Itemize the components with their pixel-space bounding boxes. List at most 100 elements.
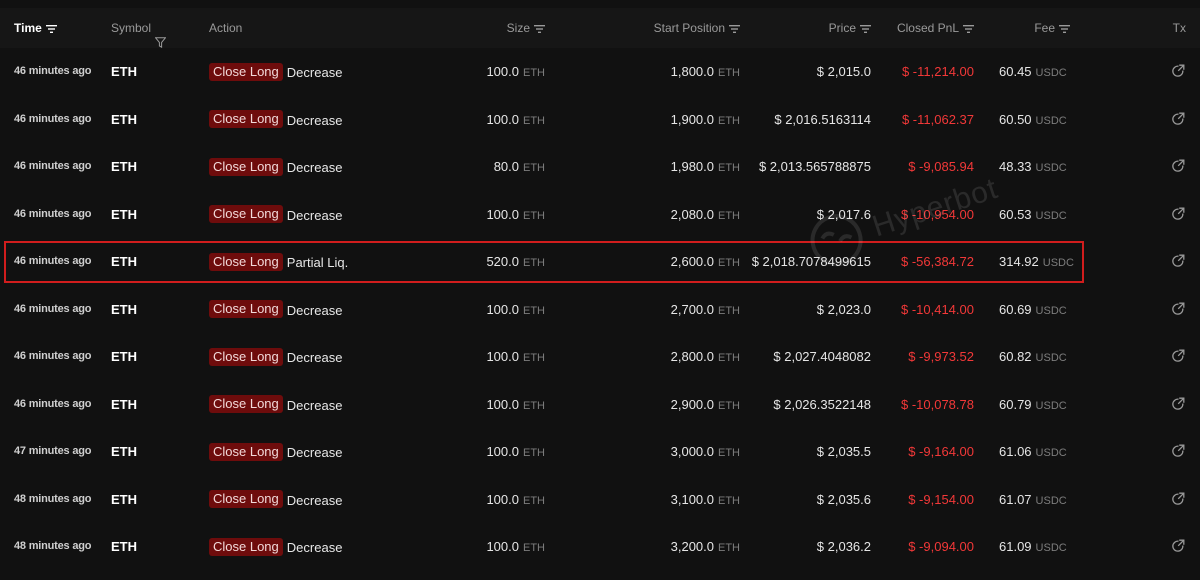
fee-unit: USDC xyxy=(1035,162,1067,174)
side-badge: Close Long xyxy=(209,347,283,366)
size-cell: 80.0 ETH xyxy=(420,143,545,190)
time-cell: 46 minutes ago xyxy=(14,397,92,410)
fee-unit: USDC xyxy=(1035,447,1067,459)
fee-value: 60.69 xyxy=(999,301,1032,317)
column-header-time[interactable]: Time xyxy=(14,8,57,48)
symbol-cell[interactable]: ETH xyxy=(111,333,137,380)
external-link-icon[interactable] xyxy=(1171,397,1185,411)
size-cell: 100.0 ETH xyxy=(420,96,545,143)
external-link-icon[interactable] xyxy=(1171,492,1185,506)
table-row[interactable]: 46 minutes ago ETH Close Long Decrease 100.0… xyxy=(0,333,1200,380)
size-unit: ETH xyxy=(523,494,545,507)
symbol-cell[interactable]: ETH xyxy=(111,191,137,238)
trade-history-table: Time Symbol Action Size Start Position P… xyxy=(0,0,1200,580)
table-row[interactable]: 46 minutes ago ETH Close Long Partial Liq. 5… xyxy=(0,238,1200,285)
sort-icon[interactable] xyxy=(729,25,740,33)
column-header-label: Start Position xyxy=(653,21,725,35)
closed-pnl-cell: $ -10,954.00 xyxy=(900,206,974,222)
external-link-icon[interactable] xyxy=(1171,349,1185,363)
symbol-cell[interactable]: ETH xyxy=(111,96,137,143)
sort-icon[interactable] xyxy=(534,25,545,33)
time-cell: 46 minutes ago xyxy=(14,255,92,267)
closed-pnl-cell: $ -9,085.94 xyxy=(908,159,974,174)
action-cell: Close Long Decrease xyxy=(209,143,342,190)
symbol-cell[interactable]: ETH xyxy=(111,476,137,523)
time-cell: 48 minutes ago xyxy=(14,492,92,505)
external-link-icon[interactable] xyxy=(1171,207,1185,221)
size-unit: ETH xyxy=(523,352,545,364)
fee-unit: USDC xyxy=(1035,209,1067,222)
action-cell: Close Long Decrease xyxy=(209,523,342,570)
fee-value: 61.09 xyxy=(999,539,1032,554)
price-cell: $ 2,015.0 xyxy=(816,64,871,79)
table-row[interactable]: 46 minutes ago ETH Close Long Decrease 100.0… xyxy=(0,95,1200,143)
size-unit: ETH xyxy=(523,162,545,174)
closed-pnl-cell: $ -9,154.00 xyxy=(908,491,974,507)
column-header-label: Closed PnL xyxy=(896,21,959,35)
column-header-size[interactable]: Size xyxy=(420,8,545,48)
table-row[interactable]: 48 minutes ago ETH Close Long Decrease 100.0… xyxy=(0,475,1200,523)
direction-label: Decrease xyxy=(286,207,343,223)
column-header-action: Action xyxy=(209,8,242,48)
table-row[interactable]: 48 minutes ago ETH Close Long Decrease 100.0… xyxy=(0,523,1200,570)
size-cell: 100.0 ETH xyxy=(420,333,545,380)
symbol-cell[interactable]: ETH xyxy=(111,48,137,95)
action-cell: Close Long Decrease xyxy=(209,191,342,238)
sort-icon[interactable] xyxy=(45,25,57,33)
symbol-cell[interactable]: ETH xyxy=(111,523,137,570)
symbol-cell[interactable]: ETH xyxy=(111,143,137,190)
price-cell: $ 2,027.4048082 xyxy=(773,349,871,364)
action-cell: Close Long Decrease xyxy=(209,428,342,475)
symbol-cell[interactable]: ETH xyxy=(111,238,137,285)
fee-cell: 60.45 USDC xyxy=(999,48,1067,95)
table-row[interactable]: 46 minutes ago ETH Close Long Decrease 100.0… xyxy=(0,285,1200,333)
side-badge: Close Long xyxy=(209,537,283,556)
column-header-fee[interactable]: Fee xyxy=(990,8,1070,48)
side-badge: Close Long xyxy=(209,490,283,509)
external-link-icon[interactable] xyxy=(1171,159,1185,173)
time-cell: 46 minutes ago xyxy=(14,302,92,315)
symbol-cell[interactable]: ETH xyxy=(111,428,137,475)
fee-unit: USDC xyxy=(1035,352,1067,364)
side-badge: Close Long xyxy=(209,205,283,224)
direction-label: Decrease xyxy=(286,302,343,318)
fee-cell: 61.07 USDC xyxy=(999,476,1067,523)
table-row[interactable]: 46 minutes ago ETH Close Long Decrease 100.0… xyxy=(0,380,1200,428)
table-row[interactable]: 46 minutes ago ETH Close Long Decrease 100.0… xyxy=(0,190,1200,238)
size-value: 100.0 xyxy=(486,396,519,412)
direction-label: Decrease xyxy=(286,397,343,413)
table-row[interactable]: 46 minutes ago ETH Close Long Decrease 80.0 E… xyxy=(0,143,1200,190)
action-cell: Close Long Decrease xyxy=(209,48,342,95)
time-cell: 46 minutes ago xyxy=(14,207,92,220)
action-cell: Close Long Partial Liq. xyxy=(209,238,348,285)
external-link-icon[interactable] xyxy=(1171,302,1185,316)
sort-icon[interactable] xyxy=(1059,25,1070,33)
table-row[interactable]: 46 minutes ago ETH Close Long Decrease 100.0… xyxy=(0,48,1200,95)
external-link-icon[interactable] xyxy=(1171,112,1185,126)
external-link-icon[interactable] xyxy=(1171,254,1185,268)
column-header-symbol[interactable]: Symbol xyxy=(111,8,167,48)
column-header-start-position[interactable]: Start Position xyxy=(600,8,740,48)
external-link-icon[interactable] xyxy=(1171,64,1185,78)
table-row[interactable]: 47 minutes ago ETH Close Long Decrease 100.0… xyxy=(0,428,1200,475)
fee-unit: USDC xyxy=(1035,67,1067,79)
fee-value: 60.53 xyxy=(999,206,1032,222)
direction-label: Decrease xyxy=(286,160,343,176)
direction-label: Partial Liq. xyxy=(286,255,349,271)
column-header-price[interactable]: Price xyxy=(770,8,871,48)
symbol-cell[interactable]: ETH xyxy=(111,381,137,428)
sort-icon[interactable] xyxy=(860,25,871,33)
external-link-icon[interactable] xyxy=(1171,444,1185,458)
fee-unit: USDC xyxy=(1035,494,1067,507)
fee-cell: 314.92 USDC xyxy=(999,238,1074,285)
column-header-label: Symbol xyxy=(111,21,152,35)
side-badge: Close Long xyxy=(209,252,283,271)
symbol-cell[interactable]: ETH xyxy=(111,286,137,333)
sort-icon[interactable] xyxy=(963,25,974,33)
size-value: 100.0 xyxy=(486,111,519,127)
size-unit: ETH xyxy=(523,304,545,317)
column-header-closed-pnl[interactable]: Closed PnL xyxy=(880,8,974,48)
external-link-icon[interactable] xyxy=(1171,539,1185,553)
filter-icon[interactable] xyxy=(154,24,167,48)
size-unit: ETH xyxy=(523,399,545,412)
